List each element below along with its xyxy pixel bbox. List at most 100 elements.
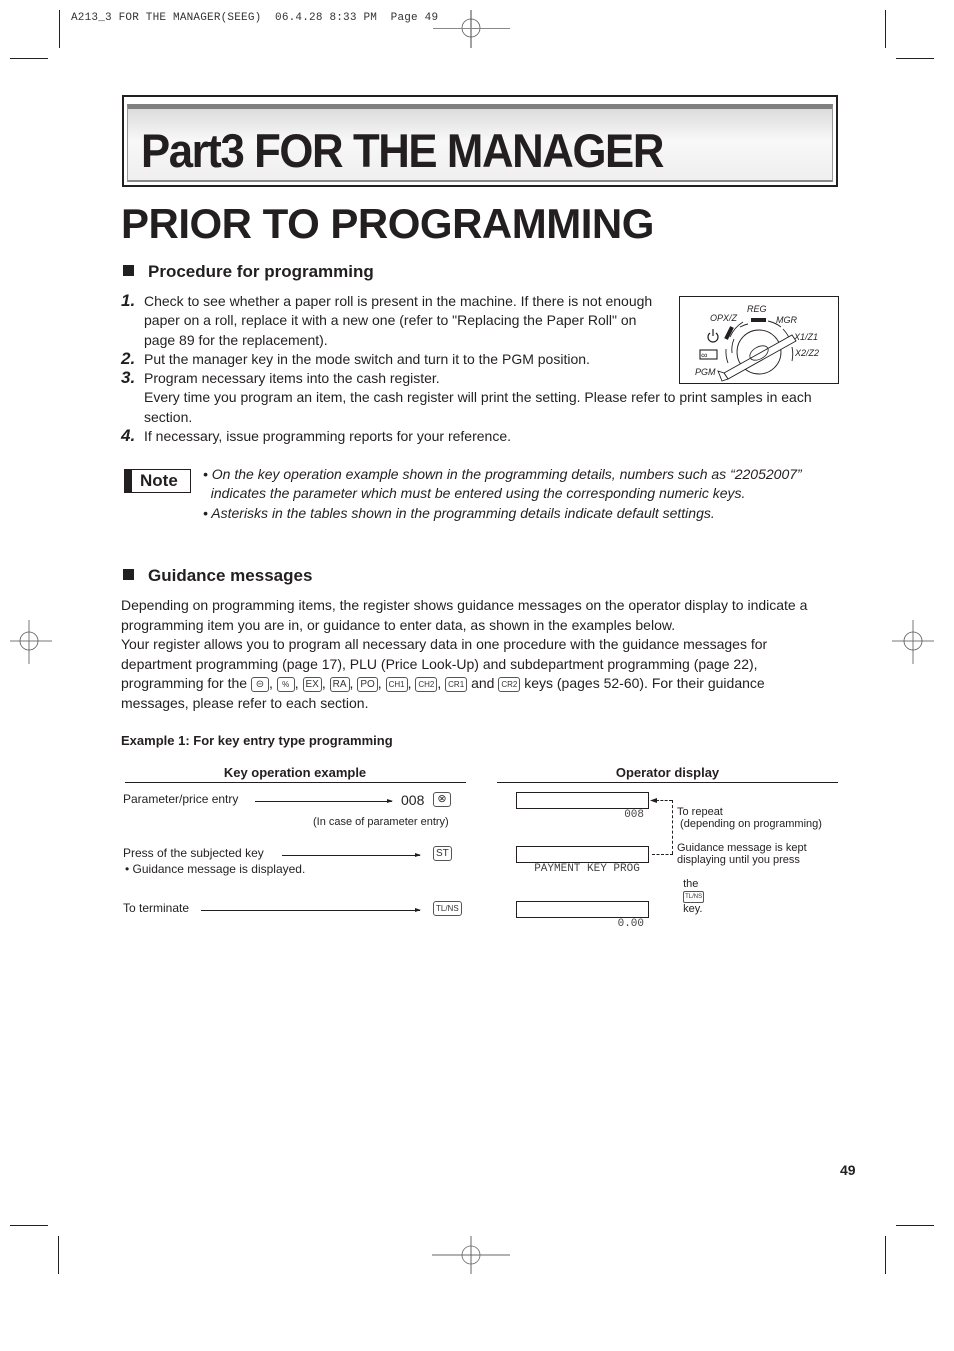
display-value: 0.00 bbox=[617, 918, 644, 930]
operator-display: 008 bbox=[516, 792, 649, 821]
repeat-connector bbox=[652, 854, 673, 855]
arrowhead-icon bbox=[650, 798, 657, 803]
crop-mark bbox=[896, 1225, 934, 1226]
step-text: If necessary, issue programming reports … bbox=[144, 428, 512, 444]
power-icon bbox=[707, 329, 719, 343]
key-ch2: CH2 bbox=[415, 677, 438, 692]
operation-label: Parameter/price entry bbox=[123, 792, 239, 806]
key-cr2: CR2 bbox=[498, 677, 521, 692]
part-banner-inner: Part3 FOR THE MANAGER bbox=[127, 104, 833, 182]
guidance-heading-text: Guidance messages bbox=[148, 566, 313, 585]
registration-mark-icon bbox=[432, 1236, 510, 1274]
arrow bbox=[201, 908, 421, 912]
step-text: Put the manager key in the mode switch a… bbox=[144, 351, 590, 367]
note-badge-label: Note bbox=[140, 471, 178, 490]
crop-mark bbox=[10, 1225, 48, 1226]
operation-sub-note: • Guidance message is displayed. bbox=[125, 862, 306, 876]
guidance-text-line: Depending on programming items, the regi… bbox=[121, 597, 808, 613]
display-column-header: Operator display bbox=[615, 765, 720, 780]
guidance-heading: Guidance messages bbox=[123, 566, 312, 586]
key-tlns-small: TL/NS bbox=[683, 891, 705, 903]
side-note-text: the bbox=[683, 878, 699, 890]
step-number: 4. bbox=[121, 426, 136, 445]
procedure-heading: Procedure for programming bbox=[123, 262, 374, 282]
key-tlns: TL/NS bbox=[433, 901, 462, 916]
arrow bbox=[282, 853, 421, 857]
crop-mark bbox=[885, 1236, 886, 1274]
guidance-kept-note: Guidance message is kept displaying unti… bbox=[677, 842, 807, 866]
step-text: Program necessary items into the cash re… bbox=[144, 370, 440, 386]
arrow bbox=[255, 799, 393, 803]
display-value: PAYMENT KEY PROG bbox=[534, 863, 640, 875]
guidance-text-line: Your register allows you to program all … bbox=[121, 636, 768, 652]
step-number: 2. bbox=[121, 349, 136, 368]
key-po: PO bbox=[357, 677, 378, 692]
side-note-text: key. bbox=[683, 903, 703, 915]
note-badge: Note bbox=[124, 469, 191, 493]
step-number: 3. bbox=[121, 368, 136, 387]
guidance-paragraph: Depending on programming items, the regi… bbox=[121, 596, 841, 713]
mode-label-x1z1: X1/Z1 bbox=[793, 332, 818, 342]
part-title: Part3 FOR THE MANAGER bbox=[141, 124, 664, 177]
key-ra: RA bbox=[329, 677, 350, 692]
example-title: Example 1: For key entry type programmin… bbox=[121, 733, 393, 748]
mode-label-pgm: PGM bbox=[695, 367, 716, 377]
mode-label-reg: REG bbox=[747, 304, 767, 314]
step-text: page 89 for the replacement). bbox=[144, 332, 328, 348]
infinity-icon: ∞ bbox=[699, 349, 718, 360]
operator-display: PAYMENT KEY PROG bbox=[516, 846, 649, 875]
note-badge-bar bbox=[125, 470, 132, 492]
registration-mark-icon bbox=[892, 620, 934, 664]
crop-mark bbox=[885, 10, 886, 48]
note-text: indicates the parameter which must be en… bbox=[203, 485, 746, 501]
guidance-text: programming for the bbox=[121, 675, 248, 691]
key-minus: ⊝ bbox=[250, 677, 269, 692]
mode-switch-dial-icon: REG OPX/Z MGR X1/Z1 X2/Z2 PGM ∞ bbox=[695, 304, 819, 382]
key-column-header: Key operation example bbox=[223, 765, 367, 780]
slug-underline bbox=[433, 28, 510, 29]
step-text: Every time you program an item, the cash… bbox=[144, 389, 812, 405]
key-cr1: CR1 bbox=[445, 677, 468, 692]
key-ch1: CH1 bbox=[385, 677, 408, 692]
display-column-rule bbox=[497, 782, 838, 783]
crop-mark bbox=[896, 58, 934, 59]
mode-label-opxz: OPX/Z bbox=[710, 313, 738, 323]
guidance-text: and bbox=[471, 675, 495, 691]
crop-mark bbox=[10, 58, 48, 59]
display-value: 008 bbox=[624, 809, 644, 821]
print-slug: A213_3 FOR THE MANAGER(SEEG) 06.4.28 8:3… bbox=[71, 12, 439, 24]
operator-display: 0.00 bbox=[516, 901, 649, 930]
square-bullet-icon bbox=[123, 265, 134, 276]
step-text: paper on a roll, replace it with a new o… bbox=[144, 312, 637, 328]
page-title: PRIOR TO PROGRAMMING bbox=[121, 200, 654, 247]
entry-value: 008 bbox=[401, 792, 425, 808]
step-number: 1. bbox=[121, 291, 136, 310]
registration-mark-icon bbox=[10, 620, 52, 664]
mode-switch-diagram: REG OPX/Z MGR X1/Z1 X2/Z2 PGM ∞ bbox=[679, 296, 839, 384]
svg-text:∞: ∞ bbox=[701, 350, 707, 360]
guidance-text: keys (pages 52-60). For their guidance bbox=[524, 675, 765, 691]
note-text: • On the key operation example shown in … bbox=[203, 466, 802, 482]
mode-label-mgr: MGR bbox=[776, 315, 797, 325]
guidance-kept-note-line: the TL/NS key. bbox=[677, 866, 705, 915]
page-number: 49 bbox=[840, 1162, 856, 1178]
guidance-text-line: messages, please refer to each section. bbox=[121, 694, 369, 711]
guidance-text-line: department programming (page 17), PLU (P… bbox=[121, 655, 758, 672]
operation-label: To terminate bbox=[123, 901, 190, 915]
repeat-connector bbox=[672, 800, 673, 854]
key-st: ST bbox=[433, 846, 452, 861]
crop-mark bbox=[59, 10, 60, 48]
repeat-connector bbox=[656, 800, 672, 801]
procedure-heading-text: Procedure for programming bbox=[148, 262, 374, 281]
step-text: section. bbox=[144, 409, 193, 425]
key-percent: % bbox=[276, 677, 295, 692]
key-multiply: ⊗ bbox=[433, 792, 451, 807]
crop-mark bbox=[58, 1236, 59, 1274]
repeat-note: To repeat (depending on programming) bbox=[677, 806, 822, 830]
operation-label: Press of the subjected key bbox=[123, 846, 264, 860]
mode-label-x2z2: X2/Z2 bbox=[794, 348, 819, 358]
key-column-rule bbox=[125, 782, 466, 783]
guidance-text-line: programming item you are in, or guidance… bbox=[121, 616, 676, 633]
note-text: • Asterisks in the tables shown in the p… bbox=[203, 505, 715, 521]
part-banner: Part3 FOR THE MANAGER bbox=[122, 95, 838, 187]
